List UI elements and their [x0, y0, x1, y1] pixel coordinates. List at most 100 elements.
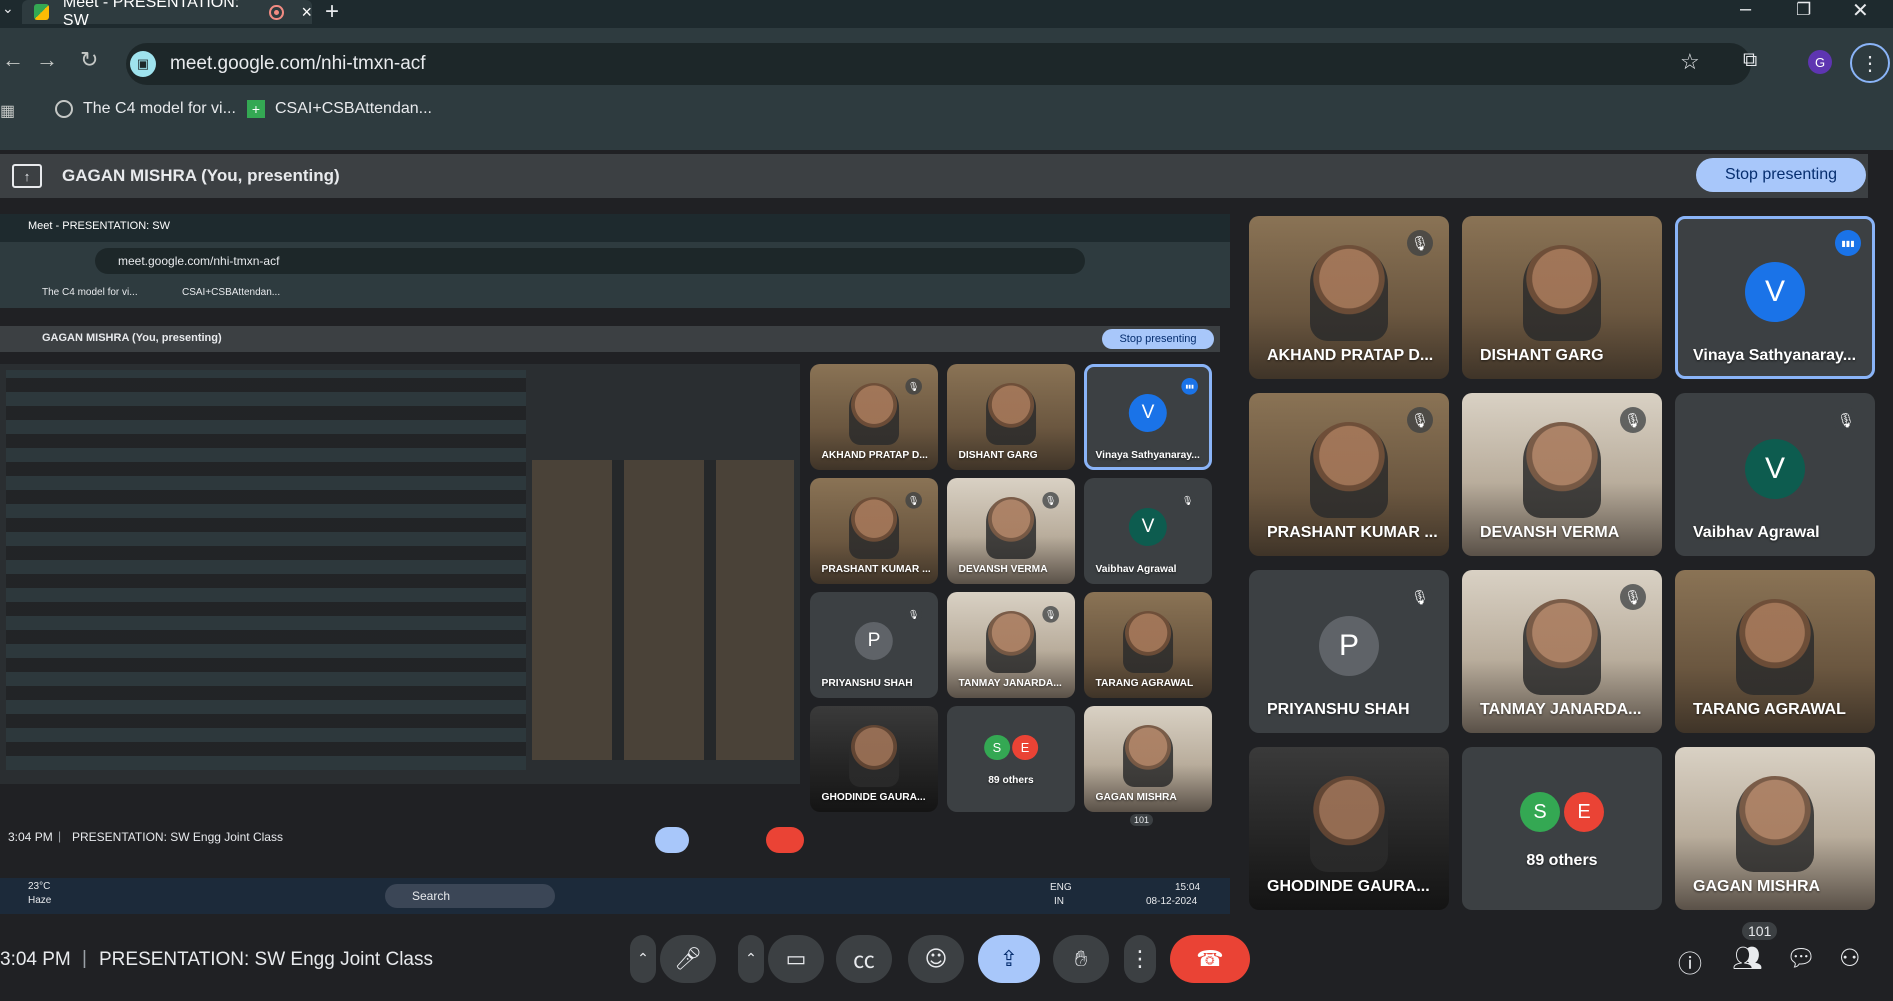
- muted-mic-icon: 🎙︎: [1407, 230, 1433, 256]
- participant-tile[interactable]: GHODINDE GAURA...: [1249, 747, 1449, 910]
- participant-tile[interactable]: GAGAN MISHRA: [1084, 706, 1212, 812]
- tab-search-chevron-icon[interactable]: ⌄: [2, 0, 14, 17]
- participant-tile[interactable]: DEVANSH VERMA 🎙︎: [1462, 393, 1662, 556]
- participant-tile[interactable]: V Vinaya Sathyanaray... ▮▮▮: [1675, 216, 1875, 379]
- participant-avatar: P: [1319, 615, 1379, 676]
- participant-video: [986, 611, 1036, 673]
- participant-tile[interactable]: P PRIYANSHU SHAH 🎙︎: [810, 592, 938, 698]
- more-options-button[interactable]: ⋮: [1124, 935, 1156, 983]
- bookmark-star-icon[interactable]: ☆: [1680, 49, 1700, 75]
- participant-tile[interactable]: DISHANT GARG: [1462, 216, 1662, 379]
- nested-clock-time: 15:04: [1175, 882, 1201, 893]
- participant-tile[interactable]: TANMAY JANARDA... 🎙︎: [947, 592, 1075, 698]
- participant-name: PRIYANSHU SHAH: [1267, 701, 1410, 718]
- participant-tile[interactable]: PRASHANT KUMAR ... 🎙︎: [810, 478, 938, 584]
- participant-tile[interactable]: AKHAND PRATAP D... 🎙︎: [1249, 216, 1449, 379]
- participant-name: TANMAY JANARDA...: [1480, 701, 1642, 718]
- browser-tab-meet[interactable]: Meet - PRESENTATION: SW ×: [22, 0, 313, 29]
- nested-weather-desc: Haze: [28, 895, 52, 906]
- muted-mic-icon: 🎙︎: [1042, 606, 1059, 623]
- emoji-reactions-button[interactable]: ☺: [908, 935, 964, 983]
- restore-window-icon[interactable]: ❐: [1796, 0, 1811, 20]
- others-avatar: E: [1012, 734, 1038, 761]
- nested-meeting-title: PRESENTATION: SW Engg Joint Class: [72, 830, 283, 844]
- nested-bookmark: CSAI+CSBAttendan...: [182, 287, 281, 298]
- present-screen-icon: ↑: [12, 164, 42, 188]
- camera-button[interactable]: ▭: [768, 935, 824, 983]
- shared-screen-view: Meet - PRESENTATION: SW meet.google.com/…: [0, 214, 1230, 914]
- presenting-text: GAGAN MISHRA (You, presenting): [62, 166, 340, 185]
- speaking-indicator-icon: ▮▮▮: [1835, 230, 1861, 256]
- participant-tile[interactable]: P PRIYANSHU SHAH 🎙︎: [1249, 570, 1449, 733]
- participant-video: [849, 383, 899, 445]
- others-avatar: S: [1520, 792, 1560, 832]
- leave-call-button[interactable]: ☎︎: [1170, 935, 1250, 983]
- participant-tile[interactable]: V Vinaya Sathyanaray... ▮▮▮: [1084, 364, 1212, 470]
- back-icon[interactable]: ←: [2, 47, 24, 73]
- participant-tile[interactable]: GAGAN MISHRA: [1675, 747, 1875, 910]
- bookmark-label: The C4 model for vi...: [83, 100, 236, 117]
- participant-name: PRASHANT KUMAR ...: [821, 564, 931, 576]
- participant-avatar: V: [1745, 438, 1805, 499]
- participant-tile[interactable]: TANMAY JANARDA... 🎙︎: [1462, 570, 1662, 733]
- presenting-banner: ↑ GAGAN MISHRA (You, presenting): [0, 154, 1868, 198]
- participant-video: [1736, 599, 1814, 696]
- people-icon[interactable]: 👥︎: [1732, 944, 1762, 972]
- stop-presenting-button[interactable]: Stop presenting: [1696, 158, 1866, 192]
- close-tab-icon[interactable]: ×: [302, 2, 313, 23]
- raise-hand-button[interactable]: ✋︎: [1053, 935, 1109, 983]
- participant-tile[interactable]: S E 89 others: [947, 706, 1075, 812]
- nested-taskbar-search: Search: [412, 889, 451, 903]
- participant-video: [1523, 245, 1601, 342]
- address-bar[interactable]: ▣ meet.google.com/nhi-tmxn-acf: [126, 43, 1751, 85]
- browser-menu-icon[interactable]: ⋮: [1850, 43, 1890, 83]
- new-tab-button[interactable]: +: [325, 0, 339, 26]
- bookmark-attendance-sheet[interactable]: + CSAI+CSBAttendan...: [247, 100, 432, 118]
- close-window-icon[interactable]: ✕: [1852, 0, 1869, 23]
- others-avatar: S: [984, 734, 1010, 761]
- bookmark-c4-model[interactable]: The C4 model for vi...: [55, 100, 236, 118]
- forward-icon[interactable]: →: [36, 47, 58, 73]
- nested-stop-presenting: Stop presenting: [1102, 329, 1214, 349]
- meeting-title: PRESENTATION: SW Engg Joint Class: [99, 949, 433, 970]
- reload-icon[interactable]: ↻: [80, 47, 98, 73]
- microphone-button[interactable]: 🎤︎: [660, 935, 716, 983]
- activities-icon[interactable]: ⚇: [1839, 944, 1861, 972]
- extensions-icon[interactable]: ⧉: [1743, 49, 1757, 72]
- captions-button[interactable]: ㏄: [836, 935, 892, 983]
- minimize-window-icon[interactable]: –: [1740, 0, 1751, 21]
- participant-tile[interactable]: S E 89 others: [1462, 747, 1662, 910]
- participant-name: TARANG AGRAWAL: [1095, 678, 1194, 690]
- speaking-indicator-icon: ▮▮▮: [1181, 378, 1198, 395]
- participant-tile[interactable]: TARANG AGRAWAL: [1675, 570, 1875, 733]
- participant-video: [1310, 776, 1388, 873]
- audio-options-chevron-icon[interactable]: ⌃: [630, 935, 656, 983]
- site-info-icon[interactable]: ▣: [130, 51, 156, 77]
- nested-weather-temp: 23°C: [28, 881, 51, 892]
- participant-tile[interactable]: V Vaibhav Agrawal 🎙︎: [1675, 393, 1875, 556]
- apps-grid-icon[interactable]: ▦: [0, 101, 15, 121]
- nested-lang: ENG: [1050, 882, 1072, 893]
- profile-avatar[interactable]: G: [1808, 50, 1832, 74]
- participant-tile[interactable]: TARANG AGRAWAL: [1084, 592, 1212, 698]
- muted-mic-icon: 🎙︎: [1833, 407, 1859, 433]
- chat-icon[interactable]: 💬︎: [1786, 944, 1816, 972]
- nested-people-count: 101: [1130, 814, 1154, 826]
- participant-tile[interactable]: V Vaibhav Agrawal 🎙︎: [1084, 478, 1212, 584]
- participant-tile[interactable]: AKHAND PRATAP D... 🎙︎: [810, 364, 938, 470]
- participant-tile[interactable]: PRASHANT KUMAR ... 🎙︎: [1249, 393, 1449, 556]
- participant-tile[interactable]: DEVANSH VERMA 🎙︎: [947, 478, 1075, 584]
- video-options-chevron-icon[interactable]: ⌃: [738, 935, 764, 983]
- participant-video: [849, 497, 899, 559]
- participant-name: Vaibhav Agrawal: [1095, 564, 1177, 576]
- participant-name: DISHANT GARG: [1480, 347, 1604, 364]
- nested-participant-grid: AKHAND PRATAP D... 🎙︎ DISHANT GARG V Vinaya …: [810, 364, 1220, 814]
- present-screen-button[interactable]: ⇪: [978, 935, 1040, 983]
- others-avatar: E: [1564, 792, 1604, 832]
- participant-tile[interactable]: DISHANT GARG: [947, 364, 1075, 470]
- participant-video: [1123, 611, 1173, 673]
- participant-tile[interactable]: GHODINDE GAURA...: [810, 706, 938, 812]
- participant-video: [1310, 422, 1388, 519]
- meeting-info-icon[interactable]: ⓘ: [1678, 944, 1702, 979]
- people-count-badge: 101: [1742, 922, 1778, 940]
